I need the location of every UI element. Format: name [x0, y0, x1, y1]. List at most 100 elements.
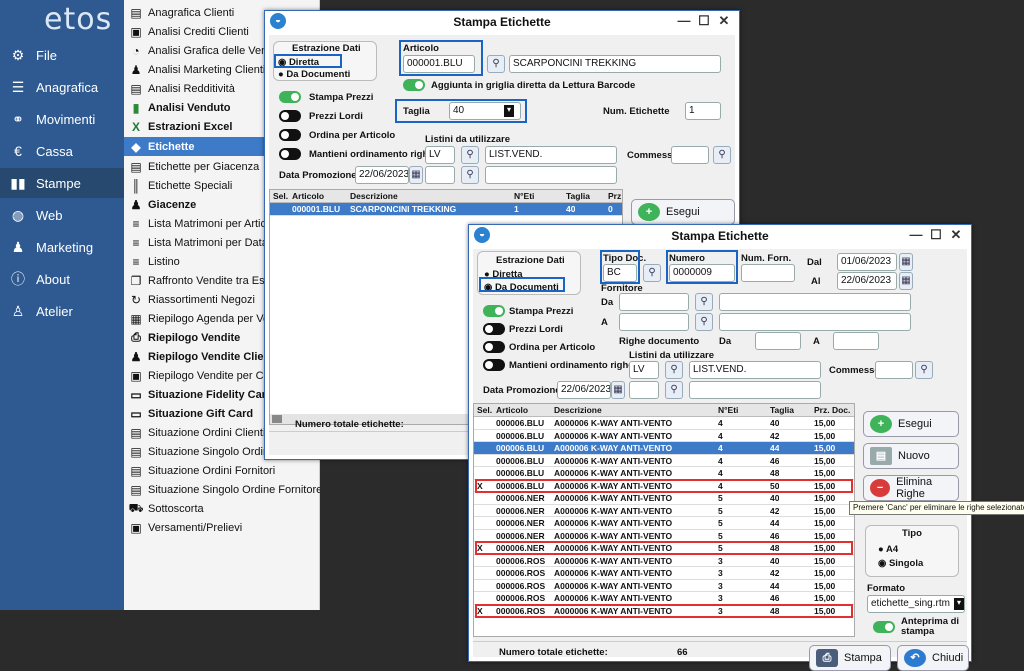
calendar-icon[interactable]: ▦ [899, 253, 913, 271]
esegui-button[interactable]: + Esegui [631, 199, 735, 225]
menu-label: Listino [148, 255, 180, 268]
nav-anagrafica[interactable]: ☰ Anagrafica [0, 72, 124, 102]
data-promozione-input[interactable]: 22/06/2023 [557, 381, 611, 399]
cell-art: 000006.ROS [496, 568, 546, 578]
prezzi-lordi-toggle[interactable] [279, 110, 301, 122]
num-etichette-input[interactable]: 1 [685, 102, 721, 120]
listino-code-input-2[interactable] [425, 166, 455, 184]
table-row[interactable]: 000006.BLU A000006 K-WAY ANTI-VENTO 4 42 15,… [474, 430, 854, 442]
nav-file[interactable]: ⚙ File [0, 40, 124, 70]
cell-articolo: 000001.BLU [292, 204, 341, 214]
aggiunta-toggle[interactable] [403, 79, 425, 91]
table-row[interactable]: 000006.ROS A000006 K-WAY ANTI-VENTO 3 42 15,… [474, 567, 854, 580]
righe-a-input[interactable] [833, 332, 879, 350]
search-icon[interactable]: ⚲ [713, 146, 731, 164]
menu-label: Situazione Singolo Ordine Fornitore [148, 483, 320, 496]
minimize-icon[interactable]: — [907, 227, 925, 242]
mantieni-toggle[interactable] [279, 148, 301, 160]
fornitore-da-input[interactable] [619, 293, 689, 311]
stampa-button[interactable]: ⎙ Stampa [809, 645, 891, 671]
listino-code-input-2[interactable] [629, 381, 659, 399]
grid-header-cell: Prz [608, 191, 622, 201]
button-label: Esegui [898, 418, 932, 430]
cell-desc: A000006 K-WAY ANTI-VENTO [554, 530, 673, 541]
stampa-prezzi-toggle[interactable] [483, 305, 505, 317]
nav-cassa[interactable]: € Cassa [0, 136, 124, 166]
fornitore-a-input[interactable] [619, 313, 689, 331]
search-icon[interactable]: ⚲ [461, 146, 479, 164]
mantieni-toggle[interactable] [483, 359, 505, 371]
nav-stampe[interactable]: ▮▮ Stampe [0, 168, 124, 198]
gear-icon: ⚙ [11, 46, 25, 63]
esegui-button[interactable]: + Esegui [863, 411, 959, 437]
ordina-toggle[interactable] [483, 341, 505, 353]
table-row[interactable]: 000006.ROS A000006 K-WAY ANTI-VENTO 3 40 15,… [474, 555, 854, 567]
commesso-input[interactable] [671, 146, 709, 164]
listino-code-input[interactable]: LV [425, 146, 455, 164]
calendar-icon[interactable]: ▦ [409, 166, 423, 184]
formato-select[interactable]: etichette_sing.rtm [867, 595, 965, 613]
al-input[interactable]: 22/06/2023 [837, 272, 897, 290]
elimina-righe-button[interactable]: − Elimina Righe [863, 475, 959, 501]
radio-singola[interactable]: ◉ Singola [878, 558, 923, 569]
minimize-icon[interactable]: — [675, 13, 693, 28]
ordina-toggle[interactable] [279, 129, 301, 141]
nav-atelier[interactable]: ♙ Atelier [0, 296, 124, 326]
cell-t: 48 [770, 468, 780, 478]
table-row[interactable]: 000006.NER A000006 K-WAY ANTI-VENTO 5 40 15,… [474, 492, 854, 505]
search-icon[interactable]: ⚲ [665, 361, 683, 379]
table-row[interactable]: 000006.ROS A000006 K-WAY ANTI-VENTO 3 44 15,… [474, 580, 854, 592]
data-promozione-label: Data Promozione [483, 385, 561, 396]
cell-desc: A000006 K-WAY ANTI-VENTO [554, 518, 673, 528]
stampa-prezzi-toggle[interactable] [279, 91, 301, 103]
nav-marketing[interactable]: ♟ Marketing [0, 232, 124, 262]
data-promozione-input[interactable]: 22/06/2023 [355, 166, 409, 184]
menu-item[interactable]: ▣ Versamenti/Prelievi [124, 518, 320, 537]
maximize-icon[interactable]: ☐ [695, 13, 713, 29]
radio-da-documenti[interactable]: ● Da Documenti [278, 69, 350, 80]
table-row[interactable]: 000006.NER A000006 K-WAY ANTI-VENTO 5 42 15,… [474, 505, 854, 517]
nav-web[interactable]: ◍ Web [0, 200, 124, 230]
table-row[interactable]: 000006.BLU A000006 K-WAY ANTI-VENTO 4 40 15,… [474, 417, 854, 430]
cell-desc: A000006 K-WAY ANTI-VENTO [554, 555, 673, 566]
maximize-icon[interactable]: ☐ [927, 227, 945, 243]
ordina-label: Ordina per Articolo [509, 342, 596, 353]
listino-code-input[interactable]: LV [629, 361, 659, 379]
cell-desc: A000006 K-WAY ANTI-VENTO [554, 468, 673, 478]
nuovo-button[interactable]: ▤ Nuovo [863, 443, 959, 469]
menu-item[interactable]: ▤ Situazione Ordini Fornitori [124, 461, 320, 480]
dal-input[interactable]: 01/06/2023 [837, 253, 897, 271]
table-row[interactable]: 000006.BLU A000006 K-WAY ANTI-VENTO 4 44 15,… [474, 442, 854, 455]
excel-icon: X [131, 119, 140, 134]
num-forn-input[interactable] [741, 264, 795, 282]
search-icon[interactable]: ⚲ [695, 293, 713, 311]
radio-a4[interactable]: ● A4 [878, 544, 898, 555]
listini-label: Listini da utilizzare [425, 134, 510, 145]
scrollbar-thumb[interactable] [272, 415, 282, 423]
calendar-icon[interactable]: ▦ [611, 381, 625, 399]
close-icon[interactable]: ✕ [947, 227, 965, 243]
chiudi-button[interactable]: ↶ Chiudi [897, 645, 969, 671]
prezzi-lordi-label: Prezzi Lordi [509, 324, 563, 335]
table-row[interactable]: 000001.BLU SCARPONCINI TREKKING 1 40 0 [270, 203, 622, 216]
prezzi-lordi-toggle[interactable] [483, 323, 505, 335]
table-row[interactable]: 000006.BLU A000006 K-WAY ANTI-VENTO 4 46 15,… [474, 455, 854, 467]
righe-grid[interactable]: Sel. Articolo Descrizione N°Eti Taglia P… [473, 403, 855, 637]
nav-about[interactable]: ⓘ About [0, 264, 124, 294]
search-icon[interactable]: ⚲ [461, 166, 479, 184]
menu-item[interactable]: ⛟ Sottoscorta [124, 499, 320, 518]
calendar-icon[interactable]: ▦ [899, 272, 913, 290]
search-icon[interactable]: ⚲ [915, 361, 933, 379]
nav-movimenti[interactable]: ⚭ Movimenti [0, 104, 124, 134]
table-row[interactable]: 000006.NER A000006 K-WAY ANTI-VENTO 5 44 15,… [474, 517, 854, 530]
search-icon[interactable]: ⚲ [487, 55, 505, 73]
anteprima-toggle[interactable] [873, 621, 895, 633]
menu-label: Analisi Venduto [148, 101, 231, 114]
menu-item[interactable]: ▤ Situazione Singolo Ordine Fornitore [124, 480, 320, 499]
close-icon[interactable]: ✕ [715, 13, 733, 29]
commesso-input[interactable] [875, 361, 913, 379]
search-icon[interactable]: ⚲ [643, 264, 661, 282]
search-icon[interactable]: ⚲ [695, 313, 713, 331]
search-icon[interactable]: ⚲ [665, 381, 683, 399]
righe-da-input[interactable] [755, 332, 801, 350]
